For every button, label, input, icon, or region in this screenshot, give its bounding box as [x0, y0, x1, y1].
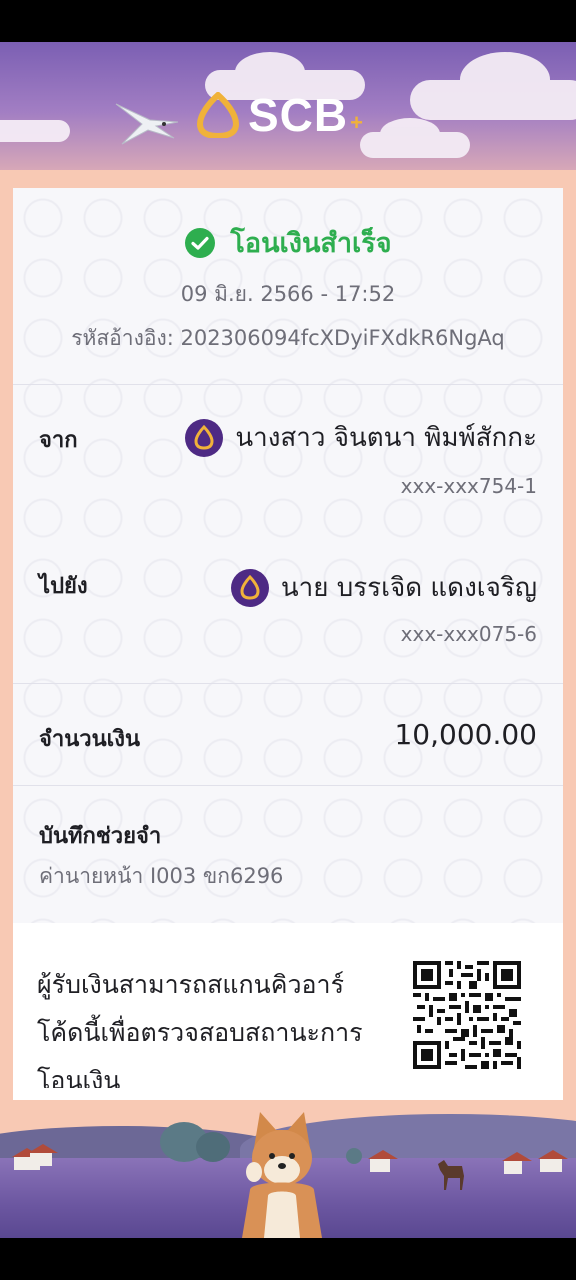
divider	[13, 785, 563, 786]
status-bar	[0, 0, 576, 42]
house	[538, 1150, 568, 1172]
qr-info-text: ผู้รับเงินสามารถสแกนคิวอาร์โค้ดนี้เพื่อต…	[37, 970, 363, 1095]
success-header: โอนเงินสำเร็จ	[13, 221, 563, 264]
cloud	[360, 118, 470, 158]
house	[502, 1152, 532, 1174]
divider	[13, 683, 563, 684]
from-account-number: xxx-xxx754-1	[400, 474, 537, 498]
reference-row: รหัสอ้างอิง: 202306094fcXDyiFXdkR6NgAq	[13, 322, 563, 355]
scb-bank-icon	[185, 418, 224, 457]
cloud	[410, 52, 576, 120]
tree	[346, 1148, 362, 1164]
success-title: โอนเงินสำเร็จ	[230, 228, 392, 259]
memo-value: ค่านายหน้า I003 ขก6296	[39, 864, 284, 888]
navigation-bar	[0, 1238, 576, 1280]
house	[28, 1144, 58, 1166]
to-account-row: นาย บรรเจิด แดงเจริญ	[230, 567, 537, 608]
divider	[13, 384, 563, 385]
to-name: นาย บรรเจิด แดงเจริญ	[280, 573, 537, 603]
from-label: จาก	[39, 428, 78, 453]
receipt-card: โอนเงินสำเร็จ 09 มิ.ย. 2566 - 17:52 รหัส…	[13, 188, 563, 923]
scb-logo-icon	[196, 92, 240, 138]
memo-label: บันทึกช่วยจำ	[39, 824, 162, 849]
tree	[196, 1132, 230, 1162]
bird-icon	[115, 103, 179, 145]
transaction-datetime: 09 มิ.ย. 2566 - 17:52	[180, 282, 396, 306]
amount-label: จำนวนเงิน	[39, 727, 140, 752]
reference-label: รหัสอ้างอิง:	[71, 326, 174, 350]
house	[368, 1150, 398, 1172]
shiba-dog-mascot	[242, 1112, 322, 1238]
qr-code[interactable]	[413, 961, 521, 1069]
check-circle-icon	[185, 227, 216, 258]
amount-value: 10,000.00	[394, 718, 537, 751]
reference-value: 202306094fcXDyiFXdkR6NgAq	[180, 326, 505, 350]
to-label: ไปยัง	[39, 574, 88, 599]
from-account-row: นางสาว จินตนา พิมพ์สักกะ	[185, 417, 537, 458]
horse-icon	[438, 1160, 464, 1190]
brand-name: SCB	[248, 89, 349, 141]
cloud	[0, 120, 70, 142]
qr-section: ผู้รับเงินสามารถสแกนคิวอาร์โค้ดนี้เพื่อต…	[13, 923, 563, 1103]
from-name: นางสาว จินตนา พิมพ์สักกะ	[235, 423, 537, 453]
scb-bank-icon	[230, 568, 269, 607]
brand-suffix: +	[350, 110, 363, 135]
scb-logo: SCB +	[196, 89, 363, 141]
footer-landscape	[0, 1100, 576, 1238]
to-account-number: xxx-xxx075-6	[400, 622, 537, 646]
